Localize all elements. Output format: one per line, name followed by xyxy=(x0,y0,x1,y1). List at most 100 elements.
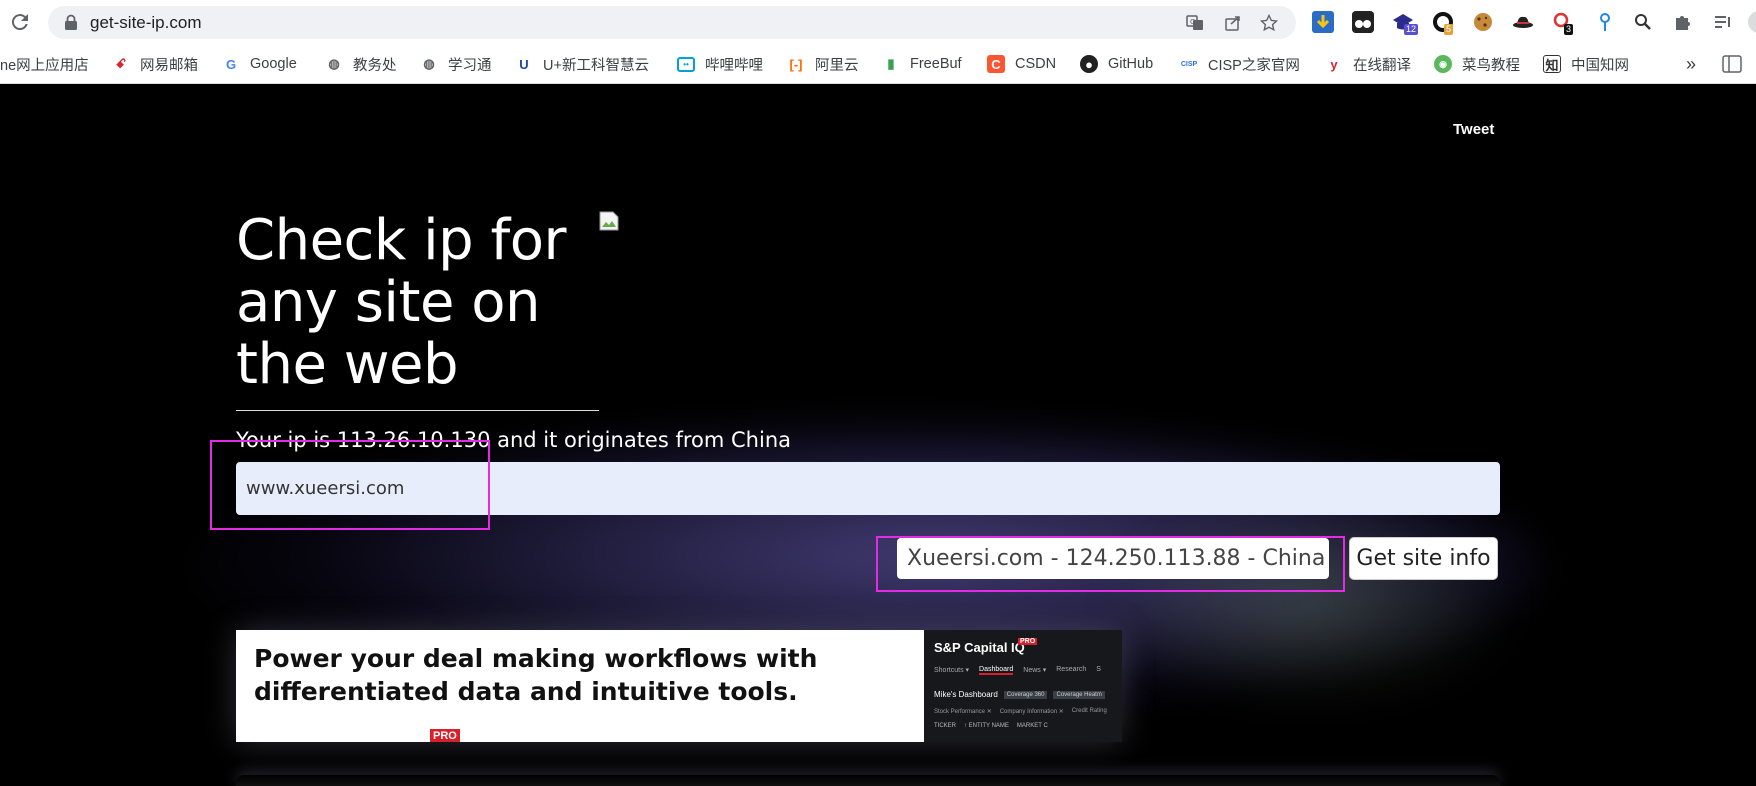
globe-icon: ◍ xyxy=(423,56,435,71)
bookmark-label: ne网上应用店 xyxy=(0,57,89,74)
ad-nav-item: Shortcuts ▾ xyxy=(934,667,970,674)
ad-column-label: MARKET C xyxy=(1016,723,1048,729)
bookmark-item[interactable]: ● GitHub xyxy=(1080,53,1153,75)
csdn-icon: C xyxy=(987,55,1005,73)
url-text[interactable]: get-site-ip.com xyxy=(90,13,201,33)
ext-download-icon[interactable] xyxy=(1312,11,1334,33)
bookmark-item[interactable]: C CSDN xyxy=(987,53,1056,75)
ad-filter-row: Stock Performance ✕ Company Information … xyxy=(934,708,1107,715)
translate-icon[interactable]: G xyxy=(1186,14,1204,32)
ad-brand: S&P Capital IQ xyxy=(934,640,1025,655)
get-site-info-button[interactable]: Get site info xyxy=(1349,537,1498,580)
bookmark-item[interactable]: y 在线翻译 xyxy=(1325,53,1411,75)
side-panel-icon[interactable] xyxy=(1722,53,1742,75)
bookmark-label: 阿里云 xyxy=(815,57,859,74)
ad-row-label: Company Information ✕ xyxy=(999,709,1064,715)
ext-search-icon[interactable] xyxy=(1632,11,1654,33)
ad-nav-item: Dashboard xyxy=(979,666,1014,675)
bookmark-label: 菜鸟教程 xyxy=(1462,57,1520,74)
cisp-icon: CISP xyxy=(1180,60,1198,68)
ad-pro-badge: PRO xyxy=(430,729,460,742)
advertisement-banner[interactable]: Power your deal making workflows with di… xyxy=(236,630,1122,742)
page-title: Check ip for any site on the web xyxy=(236,208,566,397)
ad-nav-item: Research xyxy=(1056,666,1087,673)
bookmark-label: 哔哩哔哩 xyxy=(705,57,763,74)
bookmark-item[interactable]: •• 哔哩哔哩 xyxy=(677,53,763,75)
page-body: Tweet Check ip for any site on the web Y… xyxy=(0,85,1756,786)
ext-location-pin-icon[interactable] xyxy=(1594,11,1616,33)
bookmark-label: 网易邮箱 xyxy=(140,57,198,74)
ad-row-label: Credit Rating xyxy=(1071,708,1107,714)
title-divider xyxy=(236,410,599,411)
reading-list-icon[interactable] xyxy=(1712,11,1734,33)
bookmark-label: 学习通 xyxy=(448,57,492,74)
background-glow xyxy=(1100,505,1520,705)
bookmarks-overflow-button[interactable]: » xyxy=(1686,53,1696,75)
bookmark-item[interactable]: ◍ 教务处 xyxy=(325,53,397,75)
bookmark-item[interactable]: 知中国知网 xyxy=(1543,53,1629,75)
ad-product-screenshot: S&P Capital IQ PRO Shortcuts ▾ Dashboard… xyxy=(924,630,1122,742)
ext-badge: 3 xyxy=(1564,24,1574,35)
ad-chip: Coverage 360 xyxy=(1003,690,1048,699)
bookmark-star-icon[interactable] xyxy=(1260,14,1278,32)
ad-column-label: TICKER xyxy=(934,723,957,729)
bookmark-item[interactable]: G Google xyxy=(222,53,297,75)
ad-dashboard-row: Mike's Dashboard Coverage 360 Coverage H… xyxy=(934,690,1105,699)
bookmark-item[interactable]: ne网上应用店 xyxy=(0,53,89,75)
ad-column-row: TICKER ↑ ENTITY NAME MARKET C xyxy=(934,723,1048,729)
youdao-icon: y xyxy=(1330,56,1338,72)
next-section-edge xyxy=(236,775,1500,786)
bookmark-item[interactable]: ◉ 菜鸟教程 xyxy=(1434,53,1520,75)
aliyun-icon: [-] xyxy=(789,56,803,72)
bookmark-label: CSDN xyxy=(1015,56,1057,72)
bookmark-label: 中国知网 xyxy=(1571,57,1629,74)
bookmarks-bar: ne网上应用店 ꗃ 网易邮箱 G Google ◍ 教务处 ◍ 学习通 U U+新工科智慧… xyxy=(0,44,1756,84)
bookmark-item[interactable]: CISP CISP之家官网 xyxy=(1180,53,1300,75)
bookmark-label: CISP之家官网 xyxy=(1208,57,1300,74)
bookmark-item[interactable]: U U+新工科智慧云 xyxy=(515,53,649,75)
runoob-icon: ◉ xyxy=(1434,55,1452,73)
ext-badge: 5 xyxy=(1444,24,1454,35)
bookmark-label: U+新工科智慧云 xyxy=(543,57,649,74)
ext-tampermonkey-icon[interactable] xyxy=(1352,11,1374,33)
extensions-puzzle-icon[interactable] xyxy=(1672,11,1694,33)
bookmark-label: Google xyxy=(250,56,297,72)
ad-nav: Shortcuts ▾ Dashboard News ▾ Research S xyxy=(934,666,1101,675)
ad-headline: Power your deal making workflows with di… xyxy=(254,644,818,706)
bookmark-item[interactable]: [-] 阿里云 xyxy=(787,53,859,75)
share-icon[interactable] xyxy=(1224,14,1242,32)
browser-toolbar: get-site-ip.com G 12 5 3 xyxy=(0,0,1756,44)
bookmark-item[interactable]: ◍ 学习通 xyxy=(420,53,492,75)
bookmark-label: 在线翻译 xyxy=(1353,57,1411,74)
ad-nav-item: S xyxy=(1096,666,1101,673)
address-bar[interactable]: get-site-ip.com G xyxy=(48,6,1296,39)
profile-avatar[interactable] xyxy=(1748,11,1756,33)
ad-brand-pro-badge: PRO xyxy=(1018,638,1038,645)
ext-jigsaw-red-icon[interactable]: 3 xyxy=(1552,11,1574,35)
github-icon: ● xyxy=(1080,55,1098,73)
lock-icon[interactable] xyxy=(64,14,78,31)
bookmark-label: 教务处 xyxy=(353,57,397,74)
u-plus-icon: U xyxy=(519,56,529,72)
bookmark-label: GitHub xyxy=(1108,56,1154,72)
ext-cookie-icon[interactable] xyxy=(1472,11,1494,33)
bookmark-label: FreeBuf xyxy=(910,56,962,72)
ad-nav-item: News ▾ xyxy=(1023,667,1047,674)
ext-badge: 12 xyxy=(1404,24,1419,35)
ext-graduation-icon[interactable]: 12 xyxy=(1392,11,1419,35)
bookmark-item[interactable]: ꗃ 网易邮箱 xyxy=(112,53,198,75)
globe-icon: ◍ xyxy=(328,56,340,71)
svg-text:G: G xyxy=(1190,18,1195,26)
ext-ring-icon[interactable]: 5 xyxy=(1432,11,1454,35)
ext-hat-icon[interactable] xyxy=(1512,11,1534,33)
ad-chip: Coverage Heatm xyxy=(1053,690,1105,699)
tweet-link[interactable]: Tweet xyxy=(1453,121,1494,138)
reload-icon[interactable] xyxy=(8,10,32,34)
google-icon: G xyxy=(225,56,237,72)
bookmark-item[interactable]: ▮ FreeBuf xyxy=(882,53,962,75)
ad-column-label: ↑ ENTITY NAME xyxy=(964,723,1009,729)
cnki-icon: 知 xyxy=(1543,55,1561,73)
freebuf-icon: ▮ xyxy=(887,56,895,71)
ad-dashboard-title: Mike's Dashboard xyxy=(934,690,998,699)
annotation-highlight-input xyxy=(210,440,490,530)
